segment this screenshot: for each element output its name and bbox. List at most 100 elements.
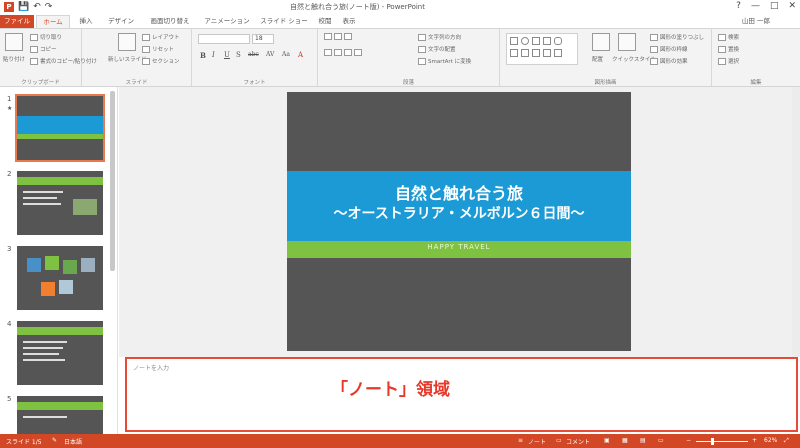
fit-slide-icon[interactable]: ⤢ bbox=[784, 437, 789, 445]
undo-icon[interactable]: ↶ bbox=[33, 1, 41, 13]
thumb-text-line bbox=[23, 359, 65, 361]
thumb-header-band bbox=[17, 177, 103, 185]
thumbnail-slide-1[interactable] bbox=[15, 94, 105, 162]
replace-button[interactable]: 置換 bbox=[718, 45, 739, 53]
slide-subtitle[interactable]: ～オーストラリア・メルボルン６日間～ bbox=[287, 205, 631, 223]
triangle-shape-icon[interactable] bbox=[510, 49, 518, 57]
slide-thumbnail-pane[interactable]: 1 ★ 2 3 4 5 bbox=[0, 87, 118, 435]
normal-view-icon[interactable]: ▣ bbox=[604, 437, 610, 444]
help-icon[interactable]: ? bbox=[736, 1, 741, 11]
language-indicator[interactable]: 日本語 bbox=[64, 437, 82, 446]
copy-button[interactable]: コピー bbox=[30, 45, 57, 53]
new-slide-icon[interactable] bbox=[118, 33, 136, 51]
rounded-rect-shape-icon[interactable] bbox=[554, 37, 562, 45]
thumbnail-slide-2[interactable] bbox=[17, 171, 103, 235]
powerpoint-app-icon[interactable]: P bbox=[4, 2, 14, 12]
smartart-button[interactable]: SmartArt に変換 bbox=[418, 57, 471, 65]
tab-transitions[interactable]: 画面切り替え bbox=[142, 15, 198, 28]
notes-toggle-button[interactable]: ノート bbox=[528, 437, 546, 446]
quick-styles-icon[interactable] bbox=[618, 33, 636, 51]
align-text-button[interactable]: 文字の配置 bbox=[418, 45, 456, 53]
line-shape-icon[interactable] bbox=[532, 37, 540, 45]
italic-button[interactable]: I bbox=[212, 51, 215, 59]
thumbnail-slide-4[interactable] bbox=[17, 321, 103, 385]
notes-toggle-icon[interactable]: ≡ bbox=[518, 437, 523, 444]
star-shape-icon[interactable] bbox=[543, 49, 551, 57]
brace-shape-icon[interactable] bbox=[532, 49, 540, 57]
thumb-text-line bbox=[23, 191, 63, 193]
thumbnail-slide-3[interactable] bbox=[17, 246, 103, 310]
search-icon bbox=[718, 33, 726, 41]
text-direction-button[interactable]: 文字列の方向 bbox=[418, 33, 461, 41]
thumbnail-slide-5[interactable] bbox=[17, 396, 103, 435]
zoom-slider[interactable] bbox=[696, 441, 748, 442]
connector-shape-icon[interactable] bbox=[521, 49, 529, 57]
find-button[interactable]: 検索 bbox=[718, 33, 739, 41]
maximize-button[interactable]: □ bbox=[770, 1, 779, 11]
signed-in-user[interactable]: 山田 一郎 bbox=[742, 15, 770, 28]
slide-scrollbar[interactable] bbox=[792, 87, 800, 357]
bold-button[interactable]: B bbox=[200, 51, 206, 60]
new-slide-button[interactable]: 新しいスライド bbox=[108, 55, 147, 63]
paste-button[interactable]: 貼り付け bbox=[3, 55, 25, 63]
reset-button[interactable]: リセット bbox=[142, 45, 174, 53]
shadow-button[interactable]: S bbox=[236, 51, 241, 59]
zoom-in-icon[interactable]: + bbox=[752, 437, 757, 444]
justify-icon bbox=[354, 49, 362, 56]
tab-view[interactable]: 表示 bbox=[338, 15, 360, 28]
proofing-icon[interactable]: ✎ bbox=[52, 437, 57, 444]
zoom-slider-thumb[interactable] bbox=[711, 438, 715, 445]
tab-animations[interactable]: アニメーション bbox=[200, 15, 254, 28]
redo-icon[interactable]: ↷ bbox=[45, 1, 53, 13]
shape-effects-button[interactable]: 図形の効果 bbox=[650, 57, 688, 65]
layout-button[interactable]: レイアウト bbox=[142, 33, 180, 41]
arrange-button[interactable]: 配置 bbox=[592, 55, 603, 63]
close-button[interactable]: ✕ bbox=[788, 1, 796, 11]
thumb-photo bbox=[63, 260, 77, 274]
tab-review[interactable]: 校閲 bbox=[314, 15, 336, 28]
arrange-icon[interactable] bbox=[592, 33, 610, 51]
bullets-button[interactable] bbox=[324, 33, 352, 40]
font-name-combo[interactable] bbox=[198, 34, 250, 44]
tab-slideshow[interactable]: スライド ショー bbox=[256, 15, 312, 28]
zoom-out-icon[interactable]: − bbox=[686, 437, 691, 444]
oval-shape-icon[interactable] bbox=[521, 37, 529, 45]
shapes-gallery[interactable] bbox=[506, 33, 578, 65]
section-button[interactable]: セクション bbox=[142, 57, 180, 65]
slideshow-icon[interactable]: ▭ bbox=[658, 437, 664, 444]
tab-design[interactable]: デザイン bbox=[102, 15, 140, 28]
arrow-shape-icon[interactable] bbox=[543, 37, 551, 45]
reading-view-icon[interactable]: ▤ bbox=[640, 437, 646, 444]
select-button[interactable]: 選択 bbox=[718, 57, 739, 65]
minimize-button[interactable]: — bbox=[751, 1, 760, 11]
alignment-buttons[interactable] bbox=[324, 49, 362, 56]
char-spacing-button[interactable]: AV bbox=[266, 51, 274, 58]
rectangle-shape-icon[interactable] bbox=[510, 37, 518, 45]
slide-sorter-icon[interactable]: ▦ bbox=[622, 437, 628, 444]
comments-button[interactable]: コメント bbox=[566, 437, 590, 446]
paste-icon[interactable] bbox=[5, 33, 23, 51]
notes-pane[interactable]: ノートを入力 「ノート」領域 bbox=[125, 357, 798, 432]
font-color-button[interactable]: A bbox=[298, 51, 303, 59]
tab-insert[interactable]: 挿入 bbox=[72, 15, 100, 28]
thumb-text-line bbox=[23, 197, 57, 199]
notes-placeholder[interactable]: ノートを入力 bbox=[133, 363, 169, 372]
save-icon[interactable]: 💾 bbox=[18, 1, 29, 13]
comments-icon[interactable]: ▭ bbox=[556, 437, 562, 444]
cut-button[interactable]: 切り取り bbox=[30, 33, 62, 41]
thumbnail-scrollbar[interactable] bbox=[110, 91, 115, 271]
slide-title[interactable]: 自然と触れ合う旅 bbox=[287, 184, 631, 204]
underline-button[interactable]: U bbox=[224, 51, 230, 59]
strikethrough-button[interactable]: abc bbox=[248, 51, 259, 58]
shape-outline-button[interactable]: 図形の枠線 bbox=[650, 45, 688, 53]
change-case-button[interactable]: Aa bbox=[282, 51, 290, 58]
font-size-combo[interactable]: 18 bbox=[252, 34, 274, 44]
slide-tagline[interactable]: HAPPY TRAVEL bbox=[287, 243, 631, 251]
tab-file[interactable]: ファイル bbox=[0, 15, 34, 28]
more-shapes-icon[interactable] bbox=[554, 49, 562, 57]
tab-home[interactable]: ホーム bbox=[36, 15, 70, 28]
current-slide[interactable]: 自然と触れ合う旅 ～オーストラリア・メルボルン６日間～ HAPPY TRAVEL bbox=[287, 92, 631, 351]
shape-fill-button[interactable]: 図形の塗りつぶし bbox=[650, 33, 704, 41]
zoom-level[interactable]: 62% bbox=[764, 437, 777, 444]
slide-editing-area[interactable]: 自然と触れ合う旅 ～オーストラリア・メルボルン６日間～ HAPPY TRAVEL bbox=[119, 87, 800, 357]
